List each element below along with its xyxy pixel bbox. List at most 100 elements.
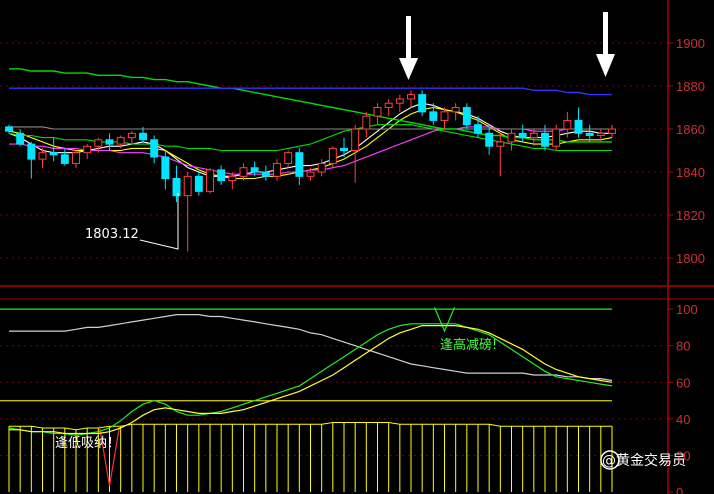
candle-body bbox=[529, 132, 538, 139]
down-arrow-icon bbox=[399, 16, 418, 80]
candle-body bbox=[596, 132, 605, 136]
chart-frame bbox=[0, 0, 714, 494]
candle-body bbox=[608, 128, 616, 134]
candle-body bbox=[328, 147, 337, 164]
candle bbox=[261, 165, 270, 181]
candle-body bbox=[284, 152, 293, 164]
candle bbox=[83, 144, 92, 160]
ma-line bbox=[9, 68, 612, 143]
indicator-line bbox=[8, 323, 613, 436]
indicator-line bbox=[9, 325, 613, 435]
candle bbox=[295, 148, 304, 185]
candle-body bbox=[362, 115, 371, 130]
candle-body bbox=[418, 94, 427, 113]
candle-body bbox=[83, 145, 92, 154]
candle-body bbox=[206, 169, 214, 192]
candle-body bbox=[351, 128, 360, 152]
tick-label: 1840 bbox=[676, 165, 705, 180]
candle-body bbox=[94, 139, 103, 147]
candle bbox=[340, 137, 348, 157]
low-leader-line bbox=[139, 193, 179, 250]
candle-body bbox=[485, 132, 494, 147]
signal-high-label: 逢高减磅! bbox=[440, 337, 497, 353]
candle bbox=[317, 159, 326, 177]
candle bbox=[384, 98, 393, 117]
candle bbox=[16, 129, 25, 147]
candle bbox=[105, 133, 114, 151]
candle bbox=[496, 133, 505, 177]
candle-body bbox=[60, 154, 69, 164]
candle-body bbox=[172, 177, 181, 197]
candle-body bbox=[306, 171, 315, 177]
candle bbox=[608, 124, 616, 138]
gold-price-chart: 180018201840186018801900020406080100 180… bbox=[0, 0, 714, 494]
candle bbox=[462, 103, 471, 130]
candle-body bbox=[395, 98, 404, 104]
candle-body bbox=[474, 124, 482, 134]
candle-body bbox=[127, 132, 136, 139]
indicator-line bbox=[9, 314, 613, 382]
candle bbox=[273, 159, 281, 181]
candle-body bbox=[563, 119, 572, 130]
candle-body bbox=[116, 137, 125, 145]
candle-body bbox=[194, 175, 203, 192]
indicator-panel bbox=[0, 307, 613, 492]
candle-body bbox=[429, 111, 438, 121]
watermark-text: @黄金交易员 bbox=[602, 452, 686, 469]
candle bbox=[552, 124, 561, 151]
candle-body bbox=[496, 141, 505, 147]
candle bbox=[518, 124, 527, 142]
candle bbox=[507, 129, 516, 151]
tick-label: 80 bbox=[676, 339, 690, 354]
candle bbox=[172, 165, 181, 203]
candle bbox=[451, 103, 460, 121]
low-point-marker: 1803.12 bbox=[85, 193, 179, 250]
candle bbox=[440, 107, 449, 130]
candle-body bbox=[440, 111, 449, 121]
candle bbox=[217, 165, 226, 185]
candle-body bbox=[139, 132, 147, 141]
candle-body bbox=[541, 132, 549, 147]
candle-body bbox=[518, 132, 527, 139]
candle-body bbox=[217, 169, 226, 182]
tick-label: 100 bbox=[676, 302, 698, 317]
candle-body bbox=[317, 162, 326, 173]
candle-body bbox=[295, 152, 304, 177]
candle-body bbox=[340, 147, 348, 152]
candle bbox=[49, 137, 58, 162]
candle-body bbox=[183, 175, 192, 197]
watermark: @黄金交易员 bbox=[600, 450, 686, 470]
candle-body bbox=[261, 171, 270, 177]
candle-body bbox=[373, 107, 382, 117]
tick-label: 1900 bbox=[676, 36, 705, 51]
candle-body bbox=[462, 107, 471, 126]
tick-label: 1860 bbox=[676, 122, 705, 137]
ma-line bbox=[9, 126, 612, 130]
chart-grid bbox=[0, 42, 668, 456]
moving-averages bbox=[8, 68, 613, 180]
candle bbox=[72, 150, 80, 168]
candle-body bbox=[16, 132, 25, 145]
candle-body bbox=[585, 132, 594, 136]
candle bbox=[27, 141, 36, 179]
candle-body bbox=[451, 107, 460, 113]
tick-label: 1800 bbox=[676, 251, 705, 266]
low-price-label: 1803.12 bbox=[85, 227, 139, 242]
candle bbox=[373, 103, 382, 125]
tick-label: 1880 bbox=[676, 79, 705, 94]
candle-body bbox=[161, 156, 170, 179]
candle-body bbox=[150, 139, 159, 158]
signal-low-label: 逢低吸纳！ bbox=[55, 436, 120, 451]
candle-body bbox=[250, 167, 259, 173]
candle-body bbox=[228, 175, 237, 182]
candle bbox=[194, 172, 203, 196]
tick-label: 40 bbox=[676, 412, 690, 427]
candle-body bbox=[407, 94, 415, 100]
candle-body bbox=[507, 132, 516, 143]
candle-body bbox=[49, 152, 58, 156]
candle bbox=[206, 167, 214, 194]
candle-body bbox=[38, 152, 47, 160]
tick-label: 1820 bbox=[676, 208, 705, 223]
candle-body bbox=[239, 167, 248, 177]
candle bbox=[150, 135, 159, 164]
